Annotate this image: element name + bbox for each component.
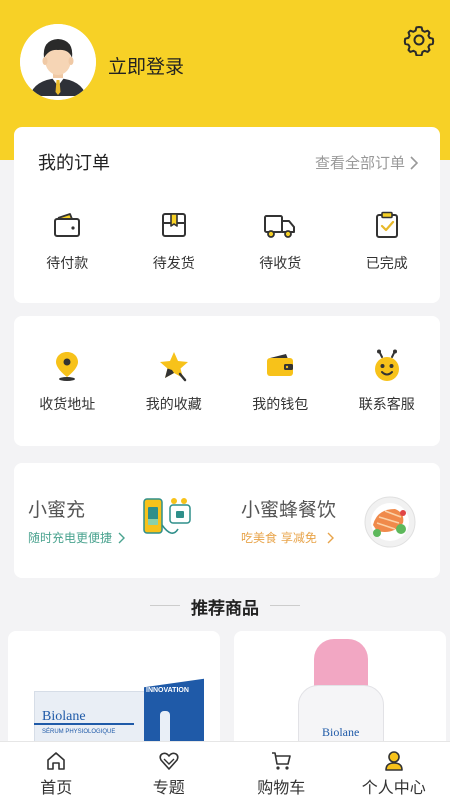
user-icon: [384, 751, 403, 771]
bee-icon: [369, 348, 405, 384]
tab-label: 首页: [40, 778, 73, 797]
avatar-icon[interactable]: [20, 24, 96, 100]
order-status-label: 待收货: [259, 256, 302, 272]
tab-profile[interactable]: 个人中心: [338, 742, 450, 800]
promo-card: 小蜜充 随时充电更便捷 小蜜蜂餐饮 吃美食 享减免: [14, 463, 440, 578]
promo-subtitle: 随时充电更便捷: [28, 529, 126, 546]
tab-label: 购物车: [257, 778, 306, 797]
order-pending-payment[interactable]: 待付款: [14, 207, 121, 273]
wallet-icon: [49, 207, 85, 243]
promo-charging[interactable]: 小蜜充 随时充电更便捷: [14, 463, 227, 578]
service-label: 联系客服: [358, 397, 415, 413]
orders-title: 我的订单: [38, 153, 110, 174]
tab-home[interactable]: 首页: [0, 742, 113, 800]
section-divider-right: [270, 605, 300, 606]
truck-icon: [262, 207, 298, 243]
promo-subtitle: 吃美食 享减免: [241, 529, 335, 546]
order-status-grid: 待付款 待发货 待收货 已完成: [14, 207, 440, 273]
wallet-icon: [262, 348, 298, 384]
service-label: 我的收藏: [145, 397, 202, 413]
orders-card: 我的订单 查看全部订单 待付款 待发货 待收货 已完成: [14, 127, 440, 303]
tab-topics[interactable]: 专题: [113, 742, 226, 800]
order-pending-shipment[interactable]: 待发货: [121, 207, 228, 273]
view-all-orders-label: 查看全部订单: [314, 154, 405, 172]
order-pending-receipt[interactable]: 待收货: [227, 207, 334, 273]
tab-label: 专题: [152, 778, 185, 797]
heart-icon: [159, 752, 179, 770]
order-status-label: 已完成: [365, 256, 408, 272]
product-brand-text: Biolane: [42, 709, 86, 724]
product-badge-text: INNOVATION: [146, 687, 189, 694]
service-wallet[interactable]: 我的钱包: [227, 348, 334, 414]
tab-cart[interactable]: 购物车: [225, 742, 338, 800]
service-favorites[interactable]: 我的收藏: [121, 348, 228, 414]
login-link[interactable]: 立即登录: [108, 52, 184, 79]
promo-title: 小蜜充: [28, 499, 86, 521]
food-plate-icon: [363, 495, 417, 553]
cart-icon: [272, 752, 292, 770]
services-grid: 收货地址 我的收藏 我的钱包 联系客服: [14, 348, 440, 414]
location-pin-icon: [49, 348, 85, 384]
chevron-right-icon: [410, 155, 418, 170]
recommend-title: 推荐商品: [191, 599, 259, 619]
order-completed[interactable]: 已完成: [334, 207, 441, 273]
chevron-right-icon: [327, 532, 334, 543]
service-customer-support[interactable]: 联系客服: [334, 348, 441, 414]
bottom-tab-bar: 首页 专题 购物车 个人中心: [0, 741, 450, 800]
services-card: 收货地址 我的收藏 我的钱包 联系客服: [14, 316, 440, 446]
service-address[interactable]: 收货地址: [14, 348, 121, 414]
order-status-label: 待付款: [46, 256, 89, 272]
home-icon: [47, 752, 66, 770]
promo-title: 小蜜蜂餐饮: [241, 499, 337, 521]
view-all-orders-link[interactable]: 查看全部订单: [315, 152, 418, 173]
gear-icon[interactable]: [403, 24, 435, 57]
promo-subtitle-text: 随时充电更便捷: [28, 531, 113, 545]
service-label: 收货地址: [39, 397, 96, 413]
order-status-label: 待发货: [152, 256, 195, 272]
product-sub-text: SÉRUM PHYSIOLOGIQUE: [42, 729, 116, 735]
promo-subtitle-text: 吃美食 享减免: [241, 531, 317, 545]
service-label: 我的钱包: [252, 397, 309, 413]
package-icon: [156, 207, 192, 243]
power-bank-icon: [142, 495, 194, 549]
tab-label: 个人中心: [361, 778, 426, 797]
star-icon: [156, 348, 192, 384]
clipboard-check-icon: [369, 207, 405, 243]
chevron-right-icon: [118, 532, 126, 543]
product-brand-text: Biolane: [322, 725, 360, 739]
promo-dining[interactable]: 小蜜蜂餐饮 吃美食 享减免: [227, 463, 440, 578]
